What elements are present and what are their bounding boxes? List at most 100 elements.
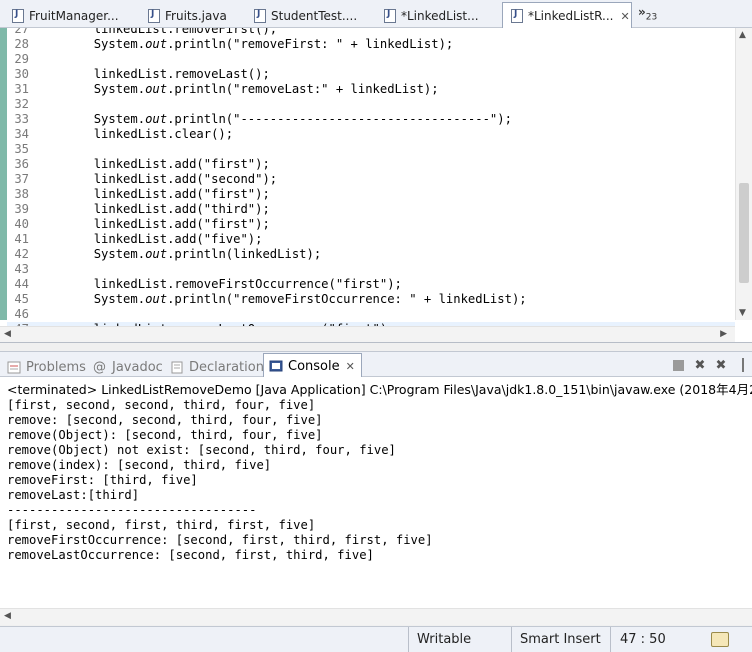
editor-vertical-scrollbar[interactable]: ▲ ▼ [735,28,752,320]
tab-javadoc[interactable]: @ Javadoc [93,357,163,377]
stop-icon [672,359,684,371]
static-field: out [145,37,168,51]
code-text: ); [255,157,270,171]
string-literal: "third" [203,202,256,216]
console-line: remove(Object): [second, third, four, fi… [7,428,323,442]
code-line[interactable]: 42 System.out.println(linkedList); [7,247,735,262]
console-horizontal-scrollbar[interactable]: ◀ [0,608,752,625]
editor-tab-fruitmanager[interactable]: FruitManager... [4,3,130,28]
code-line[interactable]: 41 linkedList.add("five"); [7,232,735,247]
java-file-icon [254,8,266,23]
editor-tab-label: Fruits.java [165,8,227,23]
terminate-button[interactable] [670,357,686,373]
tab-problems[interactable]: Problems [7,357,86,377]
editor-tab-label: *LinkedListR... [528,9,614,23]
remove-icon: ✖ [694,357,706,373]
editor-tab-fruits[interactable]: Fruits.java [140,3,240,28]
java-file-icon [511,9,523,23]
console-line: removeFirstOccurrence: [second, first, t… [7,533,433,547]
tab-console[interactable]: Console ✕ [263,353,362,378]
code-line[interactable]: 31 System.out.println("removeLast:" + li… [7,82,735,97]
line-number: 34 [14,127,29,141]
static-field: out [145,82,168,96]
console-line: removeLastOccurrence: [second, first, th… [7,548,374,562]
editor-tab-studenttest[interactable]: StudentTest.... [246,3,366,28]
code-line[interactable]: 40 linkedList.add("first"); [7,217,735,232]
code-text: linkedList.add( [35,232,204,246]
problems-icon [7,361,21,373]
notification-icon[interactable] [711,632,729,647]
console-output[interactable]: <terminated> LinkedListRemoveDemo [Java … [0,377,752,625]
editor-tab-label: StudentTest.... [271,8,358,23]
status-writable: Writable [408,627,510,652]
chevron-double-right-icon: » [638,5,646,19]
line-number: 41 [14,232,29,246]
code-line[interactable]: 35 [7,142,735,157]
close-tab-icon[interactable]: ✕ [346,360,355,373]
code-line[interactable]: 28 System.out.println("removeFirst: " + … [7,37,735,52]
console-line: removeFirst: [third, five] [7,473,198,487]
java-file-icon [148,8,160,23]
code-text: ); [255,217,270,231]
code-line[interactable]: 36 linkedList.add("first"); [7,157,735,172]
code-line[interactable]: 39 linkedList.add("third"); [7,202,735,217]
code-line[interactable]: 37 linkedList.add("second"); [7,172,735,187]
code-text: ); [387,277,402,291]
tab-declaration[interactable]: Declaration [170,357,264,377]
javadoc-icon: @ [93,359,106,375]
code-text: System. [35,82,146,96]
scroll-left-icon[interactable]: ◀ [4,329,11,339]
java-file-icon [384,8,396,23]
code-line[interactable]: 46 [7,307,735,322]
code-line[interactable]: 27 linkedList.removeFirst(); [7,28,735,37]
java-file-icon [12,8,24,23]
line-number: 30 [14,67,29,81]
string-literal: "removeFirst: " [233,37,344,51]
code-line[interactable]: 30 linkedList.removeLast(); [7,67,735,82]
code-text: System. [35,112,146,126]
code-line[interactable]: 34 linkedList.clear(); [7,127,735,142]
code-line[interactable]: 43 [7,262,735,277]
scroll-down-icon[interactable]: ▼ [739,308,746,318]
editor-tab-linkedlistremovedemo[interactable]: *LinkedListR... ✕ [502,2,632,29]
code-line[interactable]: 32 [7,97,735,112]
code-text: linkedList.removeLast(); [35,67,270,81]
remove-all-terminated-button[interactable]: ✖ [713,357,729,373]
view-menu-button[interactable] [736,357,752,373]
code-line[interactable]: 33 System.out.println("-----------------… [7,112,735,127]
remove-launch-button[interactable]: ✖ [692,357,708,373]
line-number: 33 [14,112,29,126]
code-text: ); [247,232,263,246]
line-number: 43 [14,262,29,276]
tab-label: Declaration [189,359,264,375]
line-number: 27 [14,28,29,36]
console-lines: [first, second, second, third, four, fiv… [7,398,433,563]
string-literal: "first" [203,187,256,201]
line-number: 42 [14,247,29,261]
scroll-right-icon[interactable]: ▶ [720,329,727,339]
editor-tab-bar: FruitManager... Fruits.java StudentTest.… [0,0,752,29]
scroll-left-icon[interactable]: ◀ [4,611,11,621]
code-text: System. [35,247,146,261]
scroll-up-icon[interactable]: ▲ [739,30,746,40]
code-text: linkedList.add( [35,202,204,216]
code-line[interactable]: 38 linkedList.add("first"); [7,187,735,202]
editor-tab-linkedlist[interactable]: *LinkedList... [376,3,496,28]
scrollbar-thumb[interactable] [739,183,749,283]
code-line[interactable]: 29 [7,52,735,67]
code-text: ); [262,172,278,186]
close-tab-icon[interactable]: ✕ [620,10,629,23]
console-line: remove(index): [second, third, five] [7,458,272,472]
code-text: linkedList.add( [35,157,204,171]
code-line[interactable]: 45 System.out.println("removeFirstOccurr… [7,292,735,307]
code-editor[interactable]: 27 linkedList.removeFirst(); 28 System.ou… [0,28,752,343]
editor-horizontal-scrollbar[interactable]: ◀ ▶ [0,326,735,342]
static-field: out [145,112,168,126]
tab-overflow-button[interactable]: »23 [638,5,657,22]
status-bar: Writable Smart Insert 47 : 50 [0,626,752,652]
remove-all-icon: ✖ [715,357,727,373]
console-line: ---------------------------------- [7,503,257,517]
code-text: linkedList.removeFirstOccurrence( [35,277,336,291]
line-number: 38 [14,187,29,201]
code-line[interactable]: 44 linkedList.removeFirstOccurrence("fir… [7,277,735,292]
